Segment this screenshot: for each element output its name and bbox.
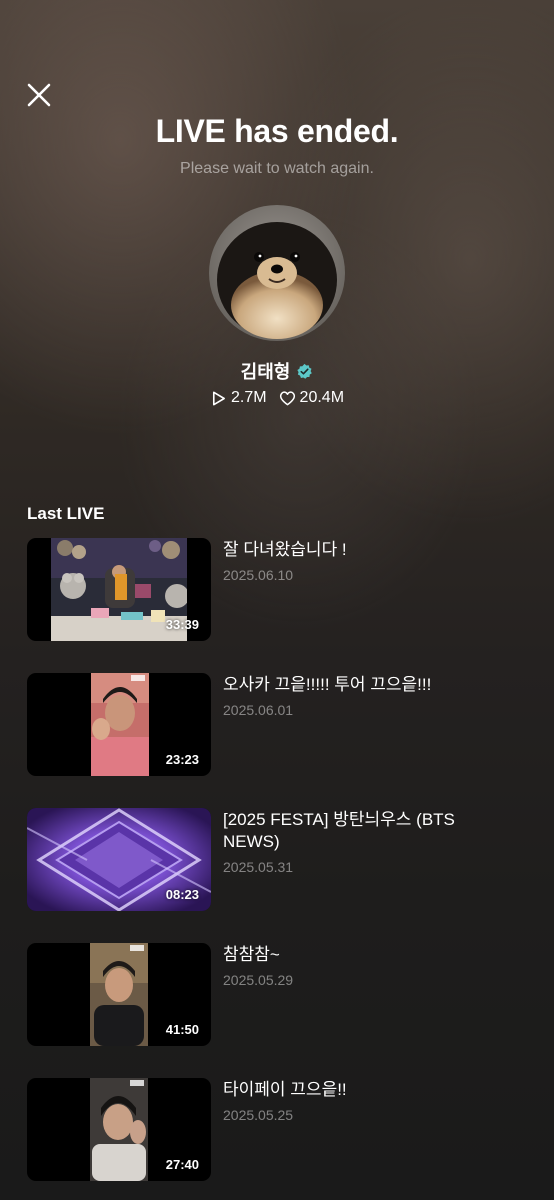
thumbnail-image: [91, 673, 149, 776]
live-ended-subtitle: Please wait to watch again.: [180, 160, 374, 177]
live-list-item[interactable]: 33:39 잘 다녀왔습니다 ! 2025.06.10: [27, 538, 537, 641]
close-icon: [27, 83, 51, 107]
avatar-image: [209, 205, 345, 341]
like-count: 20.4M: [299, 389, 345, 406]
live-meta: 참참참~ 2025.05.29: [223, 943, 463, 1046]
profile-stats: 2.7M 20.4M: [0, 389, 554, 407]
live-title[interactable]: 타이페이 끄으읕!!: [223, 1079, 463, 1101]
play-icon: [212, 391, 225, 405]
live-meta: 잘 다녀왔습니다 ! 2025.06.10: [223, 538, 463, 641]
live-thumbnail[interactable]: 23:23: [27, 673, 211, 776]
live-date: 2025.05.29: [223, 972, 294, 988]
live-duration: 33:39: [165, 617, 199, 632]
live-meta: [2025 FESTA] 방탄늬우스 (BTS NEWS) 2025.05.31: [223, 808, 463, 911]
play-count: 2.7M: [230, 389, 267, 406]
live-list-item[interactable]: 41:50 참참참~ 2025.05.29: [27, 943, 537, 1046]
live-date: 2025.06.10: [223, 567, 294, 583]
thumbnail-image: [90, 1078, 148, 1181]
live-date: 2025.06.01: [223, 702, 294, 718]
last-live-heading: Last LIVE: [27, 504, 105, 523]
live-meta: 오사카 끄읕!!!!! 투어 끄으읕!!! 2025.06.01: [223, 673, 463, 776]
heart-icon: [279, 390, 295, 405]
live-duration: 41:50: [165, 1022, 199, 1037]
live-date: 2025.05.31: [223, 859, 294, 875]
live-thumbnail[interactable]: 08:23: [27, 808, 211, 911]
live-list-item[interactable]: 23:23 오사카 끄읕!!!!! 투어 끄으읕!!! 2025.06.01: [27, 673, 537, 776]
live-duration: 27:40: [165, 1157, 199, 1172]
live-ended-title: LIVE has ended.: [155, 113, 399, 149]
live-meta: 타이페이 끄으읕!! 2025.05.25: [223, 1078, 463, 1181]
like-count-stat: 20.4M: [279, 389, 344, 407]
verified-icon: [297, 363, 313, 379]
live-thumbnail[interactable]: 41:50: [27, 943, 211, 1046]
profile-name[interactable]: 김태형: [241, 358, 291, 384]
live-date: 2025.05.25: [223, 1107, 294, 1123]
close-button[interactable]: [24, 80, 54, 110]
live-duration: 08:23: [165, 887, 199, 902]
live-thumbnail[interactable]: 27:40: [27, 1078, 211, 1181]
live-duration: 23:23: [165, 752, 199, 767]
last-live-list: 33:39 잘 다녀왔습니다 ! 2025.06.10 23:23 오사카 끄읕…: [27, 538, 537, 1200]
thumbnail-image: [90, 943, 148, 1046]
live-thumbnail[interactable]: 33:39: [27, 538, 211, 641]
profile-name-row: 김태형: [0, 358, 554, 384]
live-list-item[interactable]: 27:40 타이페이 끄으읕!! 2025.05.25: [27, 1078, 537, 1181]
live-list-item[interactable]: 08:23 [2025 FESTA] 방탄늬우스 (BTS NEWS) 2025…: [27, 808, 537, 911]
live-title[interactable]: 오사카 끄읕!!!!! 투어 끄으읕!!!: [223, 674, 463, 696]
live-title[interactable]: 잘 다녀왔습니다 !: [223, 539, 463, 561]
play-count-stat: 2.7M: [210, 389, 267, 407]
live-title[interactable]: 참참참~: [223, 944, 463, 966]
live-title[interactable]: [2025 FESTA] 방탄늬우스 (BTS NEWS): [223, 809, 463, 853]
profile-avatar[interactable]: [209, 205, 345, 341]
